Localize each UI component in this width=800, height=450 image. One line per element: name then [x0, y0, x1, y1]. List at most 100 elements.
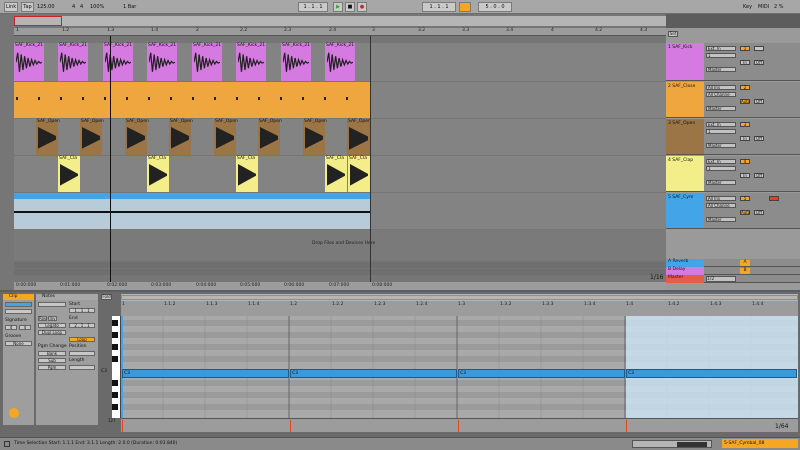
play-button[interactable]: ▶ [333, 2, 343, 12]
input-type[interactable]: All Ins [706, 196, 736, 201]
midi-note[interactable]: C3 [626, 369, 797, 378]
clip-launch-icon[interactable] [9, 408, 19, 418]
audio-clip[interactable]: SAF_Open [214, 119, 238, 155]
groove-select[interactable]: None [5, 341, 32, 346]
audio-clip[interactable]: SAF_Kick_21 [281, 43, 311, 81]
audio-clip[interactable]: SAF_Kick_21 [58, 43, 88, 81]
length-field[interactable] [69, 365, 95, 370]
monitor-off[interactable]: Off [754, 210, 764, 215]
output-routing[interactable]: Master [706, 143, 736, 148]
note-editor-ruler[interactable]: 1 1.1.2 1.1.3 1.1.4 1.2 1.2.2 1.2.3 1.2.… [121, 294, 798, 316]
time-ruler[interactable]: 0:00:000 0:01:000 0:02:000 0:03:000 0:04… [14, 282, 666, 290]
monitor-off[interactable]: Off [754, 60, 764, 65]
black-key[interactable] [112, 404, 118, 410]
track-name[interactable]: 2 SAF_Close [666, 82, 704, 117]
audio-clip[interactable]: SAF_Cla [325, 156, 347, 192]
return-lane-reverb[interactable] [14, 262, 666, 268]
sig-den[interactable]: 4 [80, 3, 83, 11]
midi-clip[interactable] [14, 82, 370, 118]
link-button[interactable]: Link [4, 2, 18, 12]
monitor-auto[interactable]: Auto [740, 99, 750, 104]
audio-clip[interactable]: SAF_Kick_21 [14, 43, 44, 81]
black-key[interactable] [112, 332, 118, 338]
pgm-field[interactable]: Pgm [38, 365, 66, 370]
audio-clip[interactable]: SAF_Kick_21 [103, 43, 133, 81]
position-field[interactable]: 1 . 1 . 1 [298, 2, 328, 12]
clip-header[interactable]: Clip [3, 294, 34, 300]
master-name[interactable]: Master [666, 275, 704, 283]
monitor-in[interactable]: In [740, 136, 750, 141]
input-channel[interactable]: 1 [706, 129, 736, 134]
note-overview[interactable] [121, 294, 798, 301]
zoom-field[interactable]: 100% [90, 3, 104, 11]
audio-clip[interactable]: SAF_Open [258, 119, 282, 155]
master-ratio[interactable]: 1/2 [706, 276, 736, 282]
loop-switch[interactable] [459, 2, 471, 12]
black-key[interactable] [112, 344, 118, 350]
monitor-auto[interactable]: Auto [740, 210, 750, 215]
velocity-marker[interactable] [626, 420, 627, 432]
sig-den-field[interactable]: 4 [19, 325, 31, 330]
overview-selection[interactable] [121, 295, 798, 300]
sig-num[interactable]: 4 [72, 3, 75, 11]
audio-clip[interactable]: SAF_Kick_21 [325, 43, 355, 81]
loop-start-field[interactable]: 1 . 1 . 1 [422, 2, 456, 12]
invert-button[interactable]: Inv [48, 316, 57, 321]
start-field[interactable]: 1 . 1 . 1 [69, 308, 95, 313]
track-name[interactable]: 4 SAF_Clap [666, 156, 704, 191]
input-channel[interactable]: All Channe [706, 92, 736, 97]
output-routing[interactable]: Master [706, 180, 736, 185]
return-name[interactable]: A Reverb [666, 259, 704, 267]
audio-clip[interactable]: SAF_Open [80, 119, 104, 155]
tempo-field[interactable]: 125.00 [37, 3, 55, 11]
arm-button[interactable] [769, 196, 779, 201]
reverse-button[interactable]: Rev [38, 316, 47, 321]
velocity-marker[interactable] [458, 420, 459, 432]
notes-header[interactable]: Notes [36, 294, 98, 300]
input-type[interactable]: Ext. In [706, 122, 736, 127]
track-activator[interactable]: 4 [740, 159, 750, 164]
loop-start-marker[interactable] [121, 316, 123, 418]
quant-field[interactable]: 1 Bar [123, 3, 136, 11]
audio-clip[interactable]: SAF_Open [125, 119, 149, 155]
info-toggle-icon[interactable] [4, 441, 10, 447]
midi-note[interactable]: C3 [290, 369, 457, 378]
piano-roll-keys[interactable] [112, 316, 121, 418]
clip-name-field[interactable] [5, 302, 32, 307]
midi-map-button[interactable]: MIDI [758, 3, 769, 11]
monitor-off[interactable]: Off [754, 173, 764, 178]
tap-button[interactable]: Tap [21, 2, 34, 12]
monitor-off[interactable]: Off [754, 99, 764, 104]
audio-clip[interactable]: SAF_Cla [58, 156, 80, 192]
input-type[interactable]: Ext. In [706, 159, 736, 164]
sub-field[interactable]: Sub [38, 358, 66, 363]
track-lane-open-hat[interactable]: SAF_Open SAF_Open SAF_Open SAF_Open SAF_… [14, 119, 666, 155]
audio-clip[interactable]: SAF_Cla [236, 156, 258, 192]
track-activator[interactable]: 2 [740, 85, 750, 90]
velocity-marker[interactable] [290, 420, 291, 432]
bank-field[interactable]: Bank [38, 351, 66, 356]
selected-track-indicator[interactable]: 5-SAF_Cymbal_08 [722, 439, 798, 448]
track-lane-closed-hat[interactable] [14, 82, 666, 118]
velocity-marker[interactable] [122, 420, 123, 432]
arrangement-overview[interactable] [14, 16, 666, 26]
black-key[interactable] [112, 356, 118, 362]
track-activator[interactable]: 3 [740, 122, 750, 127]
track-lane-clap[interactable]: SAF_Cla SAF_Cla SAF_Cla SAF_Cla SAF_Cla [14, 156, 666, 192]
audio-clip[interactable]: SAF_Open [347, 119, 371, 155]
beat-time-ruler[interactable]: 1 1.2 1.3 1.4 2 2.2 2.3 2.4 3 3.2 3.3 3.… [14, 28, 666, 36]
track-activator[interactable]: 5 [740, 196, 750, 201]
monitor-in[interactable]: In [740, 60, 750, 65]
audio-clip[interactable]: SAF_Kick_21 [236, 43, 266, 81]
track-lane-kick[interactable]: SAF_Kick_21 SAF_Kick_21 SAF_Kick_21 SAF_… [14, 43, 666, 81]
velocity-lane[interactable]: 1/64 [121, 418, 798, 432]
dupl-loop-button[interactable]: Dupl.Loop [38, 330, 66, 335]
return-activator[interactable]: B [740, 268, 750, 274]
end-field[interactable]: 2 . 1 . 1 [69, 323, 95, 328]
stop-button[interactable]: ■ [345, 2, 355, 12]
output-routing[interactable]: Master [706, 106, 736, 111]
black-key[interactable] [112, 380, 118, 386]
audio-clip[interactable]: SAF_Cla [147, 156, 169, 192]
record-button[interactable]: ● [357, 2, 367, 12]
midi-note[interactable]: C3 [458, 369, 625, 378]
